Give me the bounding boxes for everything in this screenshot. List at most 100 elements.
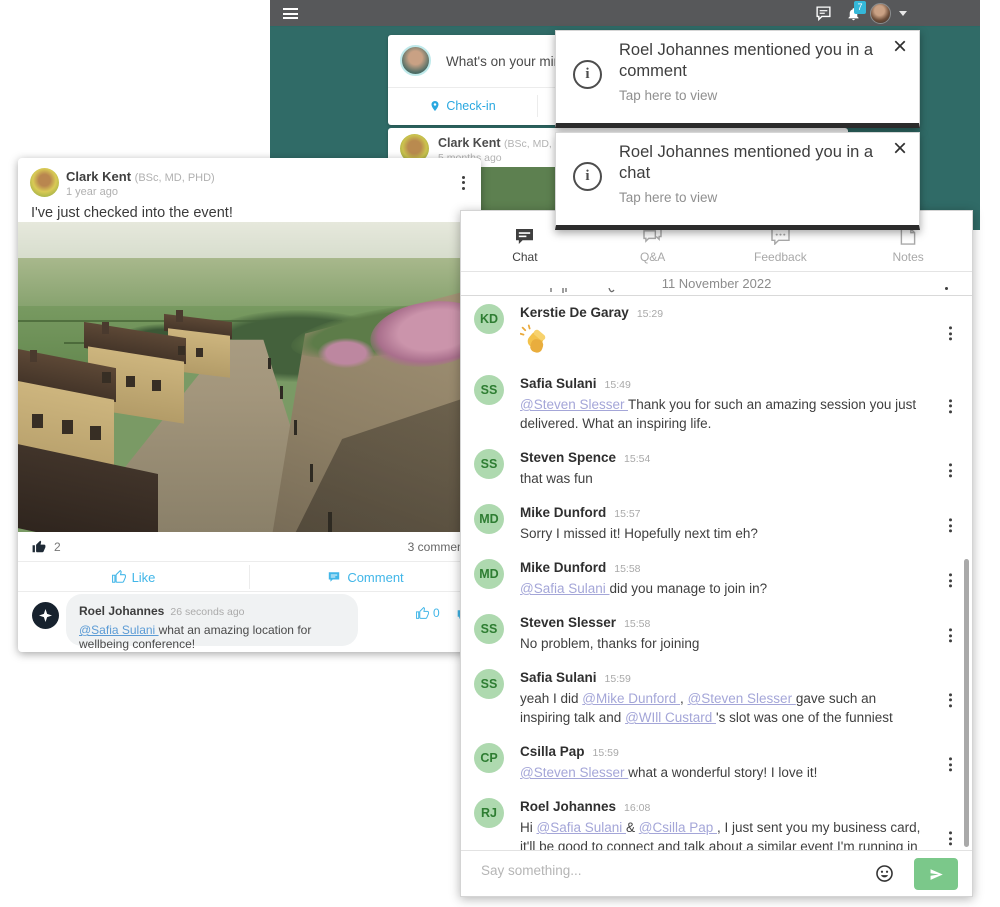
message-menu-icon[interactable] [949,461,952,480]
author-name: Clark Kent (BSc, MD, PHD) [66,169,215,184]
chat-message-list: KDKerstie De Garay15:29SSSafia Sulani15:… [461,296,972,851]
chat-panel-window: Chat Q&A Feedback Notes 11 November 2022… [460,210,973,897]
message-text [520,324,926,359]
date-header: 11 November 2022 [461,273,972,295]
sender-avatar: RJ [474,798,504,828]
message-menu-icon[interactable] [949,626,952,645]
thumbs-up-outline-icon [112,570,126,584]
text-segment: & [626,820,639,835]
message-timestamp: 15:59 [605,673,631,685]
sender-name: Steven Slesser [520,615,616,630]
sender-name: Csilla Pap [520,744,585,759]
close-icon[interactable]: × [893,135,907,164]
chat-message: MDMike Dunford15:57Sorry I missed it! Ho… [461,496,972,551]
post-window: Clark Kent (BSc, MD, PHD) 1 year ago I'v… [18,158,481,652]
notification-count-badge: 7 [854,1,866,14]
user-avatar[interactable] [870,3,891,24]
mention-link[interactable]: @Csilla Pap [639,820,717,835]
message-text: yeah I did @Mike Dunford , @Steven Sless… [520,689,926,727]
location-pin-icon [429,99,441,113]
mention-link[interactable]: @Steven Slesser [520,397,628,412]
clapping-hands-emoji [520,324,548,356]
notification-title: Roel Johannes mentioned you in a chat [619,142,877,184]
text-segment: 's slot was one of the funniest [716,710,893,725]
message-menu-icon[interactable] [949,516,952,535]
chat-scrollbar[interactable] [964,559,969,847]
text-segment: Sorry I missed it! Hopefully next tim eh… [520,526,758,541]
chat-message: SSSteven Spence15:54that was fun [461,441,972,496]
sender-name: Safia Sulani [520,670,597,685]
feedback-tab-icon [771,228,790,245]
message-menu-icon[interactable] [949,396,952,415]
post-photo[interactable] [18,222,481,532]
notification-toast[interactable]: i Roel Johannes mentioned you in a comme… [555,30,920,128]
comment-timestamp: 26 seconds ago [170,606,244,618]
message-menu-icon[interactable] [945,285,948,292]
sender-avatar: KD [474,304,504,334]
message-text: @Safia Sulani did you manage to join in? [520,579,926,598]
notification-toast[interactable]: i Roel Johannes mentioned you in a chat … [555,132,920,230]
text-segment: , [680,691,688,706]
message-menu-icon[interactable] [949,324,952,343]
message-menu-icon[interactable] [949,690,952,709]
message-text: @Steven Slesser Thank you for such an am… [520,395,926,433]
send-icon [928,867,945,882]
mention-link[interactable]: @Safia Sulani [79,623,159,637]
chat-message: MDMike Dunford15:58@Safia Sulani did you… [461,551,972,606]
message-timestamp: 15:49 [605,379,631,391]
send-button[interactable] [914,858,958,890]
comment-button[interactable]: Comment [250,562,481,592]
comment-like-button[interactable]: 0 [416,606,440,620]
notification-subtitle: Tap here to view [619,190,717,205]
message-text: Sorry I missed it! Hopefully next tim eh… [520,524,926,543]
chat-tab-icon [515,228,534,245]
text-segment: No problem, thanks for joining [520,636,699,651]
sender-avatar: SS [474,614,504,644]
message-text: Hi @Safia Sulani & @Csilla Pap , I just … [520,818,926,851]
chat-message: SS Safia Sulani 15:59 yeah I did @Mike Dunf… [461,661,972,735]
chevron-down-icon[interactable] [899,11,907,16]
comment-icon [327,571,341,584]
message-timestamp: 15:59 [593,747,619,759]
post-text: I've just checked into the event! [31,205,233,221]
author-credentials: (BSc, MD, PHD) [135,172,215,184]
message-menu-icon[interactable] [949,571,952,590]
message-timestamp: 15:58 [624,618,650,630]
mention-link[interactable]: @Mike Dunford [582,691,680,706]
emoji-picker-icon[interactable] [875,864,894,888]
info-icon: i [573,60,602,89]
comment-bubble: Roel Johannes26 seconds ago @Safia Sulan… [66,594,358,646]
mention-link[interactable]: @WIll Custard [625,710,716,725]
close-icon[interactable]: × [893,33,907,62]
message-menu-icon[interactable] [949,755,952,774]
chat-message: SSSafia Sulani15:49@Steven Slesser Thank… [461,367,972,441]
message-menu-icon[interactable] [949,829,952,848]
message-text: @Steven Slesser what a wonderful story! … [520,763,926,782]
notification-subtitle: Tap here to view [619,88,717,103]
comment-like-count: 0 [433,606,440,620]
chat-message: RJRoel Johannes16:08Hi @Safia Sulani & @… [461,790,972,851]
mention-link[interactable]: @Steven Slesser [520,765,628,780]
post-menu-icon[interactable] [462,173,465,192]
text-segment: Hi [520,820,537,835]
notification-title: Roel Johannes mentioned you in a comment [619,40,877,82]
hamburger-menu-icon[interactable] [283,8,298,19]
sender-avatar: SS [474,669,504,699]
qa-tab-icon [643,228,662,245]
mention-link[interactable]: @Steven Slesser [688,691,796,706]
chat-input[interactable] [481,863,811,878]
sender-avatar: MD [474,559,504,589]
mention-link[interactable]: @Safia Sulani [537,820,627,835]
chat-message: CPCsilla Pap15:59@Steven Slesser what a … [461,735,972,790]
mention-link[interactable]: @Safia Sulani [520,581,610,596]
sparkle-icon [39,609,52,622]
notes-tab-icon [900,228,916,245]
messages-icon[interactable] [815,5,832,27]
sender-avatar: SS [474,375,504,405]
check-in-button[interactable]: Check-in [388,88,537,124]
divider [461,271,972,272]
like-button[interactable]: Like [18,562,249,592]
text-segment: that was fun [520,471,593,486]
like-count: 2 [54,540,61,554]
sender-avatar: SS [474,449,504,479]
